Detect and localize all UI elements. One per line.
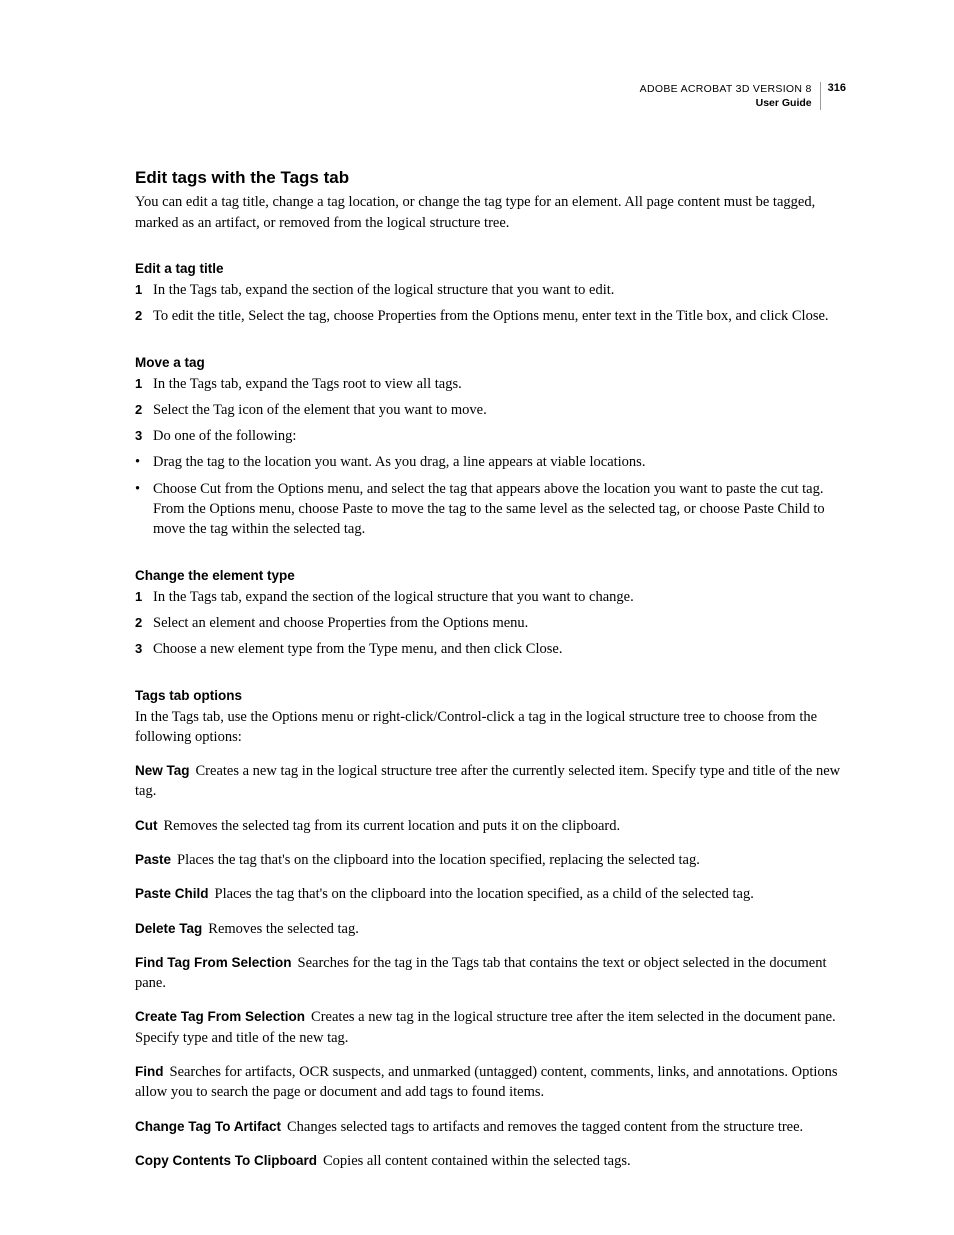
list-text: In the Tags tab, expand the Tags root to… — [153, 374, 846, 394]
definition-desc: Places the tag that's on the clipboard i… — [177, 852, 700, 868]
subhead-move-tag: Move a tag — [135, 355, 846, 370]
definition-item: Create Tag From SelectionCreates a new t… — [135, 1007, 846, 1048]
subhead-tags-options: Tags tab options — [135, 688, 846, 703]
list-item: 3Choose a new element type from the Type… — [135, 639, 846, 659]
definition-term: Copy Contents To Clipboard — [135, 1153, 317, 1168]
list-text: In the Tags tab, expand the section of t… — [153, 587, 846, 607]
list-marker: 1 — [135, 375, 153, 393]
list-marker: 2 — [135, 307, 153, 325]
list-item: 1In the Tags tab, expand the section of … — [135, 280, 846, 300]
definition-term: Find — [135, 1064, 164, 1079]
definition-desc: Changes selected tags to artifacts and r… — [287, 1119, 803, 1135]
list-item: 2Select an element and choose Properties… — [135, 613, 846, 633]
list-text: Do one of the following: — [153, 426, 846, 446]
bullet-list-move-tag: •Drag the tag to the location you want. … — [135, 452, 846, 539]
header-product: ADOBE ACROBAT 3D VERSION 8 — [640, 82, 812, 96]
subhead-change-type: Change the element type — [135, 568, 846, 583]
list-text: Choose Cut from the Options menu, and se… — [153, 479, 846, 540]
list-text: Choose a new element type from the Type … — [153, 639, 846, 659]
bullet-icon: • — [135, 479, 153, 499]
definition-item: Copy Contents To Clipboard Copies all con… — [135, 1151, 846, 1171]
intro-paragraph: You can edit a tag title, change a tag l… — [135, 192, 846, 233]
document-page: ADOBE ACROBAT 3D VERSION 8 User Guide 31… — [0, 0, 954, 1171]
definition-term: Delete Tag — [135, 921, 202, 936]
bullet-icon: • — [135, 452, 153, 472]
definition-desc: Places the tag that's on the clipboard i… — [215, 886, 754, 902]
definition-item: Paste Places the tag that's on the clipbo… — [135, 850, 846, 870]
definition-desc: Searches for artifacts, OCR suspects, an… — [135, 1064, 838, 1100]
page-header: ADOBE ACROBAT 3D VERSION 8 User Guide 31… — [135, 82, 846, 110]
definition-term: Find Tag From Selection — [135, 955, 292, 970]
header-text: ADOBE ACROBAT 3D VERSION 8 User Guide — [640, 82, 821, 110]
list-text: To edit the title, Select the tag, choos… — [153, 306, 846, 326]
definition-term: Change Tag To Artifact — [135, 1119, 281, 1134]
subhead-edit-title: Edit a tag title — [135, 261, 846, 276]
list-marker: 3 — [135, 640, 153, 658]
definition-item: New TagCreates a new tag in the logical … — [135, 761, 846, 802]
list-text: In the Tags tab, expand the section of t… — [153, 280, 846, 300]
definition-item: Find Tag From SelectionSearches for the … — [135, 953, 846, 994]
list-marker: 2 — [135, 614, 153, 632]
definition-item: Cut Removes the selected tag from its cur… — [135, 816, 846, 836]
list-text: Select the Tag icon of the element that … — [153, 400, 846, 420]
page-number: 316 — [821, 82, 846, 110]
list-item: 1In the Tags tab, expand the section of … — [135, 587, 846, 607]
definition-term: New Tag — [135, 763, 190, 778]
definition-term: Paste — [135, 852, 171, 867]
definition-item: FindSearches for artifacts, OCR suspects… — [135, 1062, 846, 1103]
list-item: •Choose Cut from the Options menu, and s… — [135, 479, 846, 540]
list-item: •Drag the tag to the location you want. … — [135, 452, 846, 472]
definition-term: Create Tag From Selection — [135, 1009, 305, 1024]
page-title: Edit tags with the Tags tab — [135, 168, 846, 188]
list-text: Drag the tag to the location you want. A… — [153, 452, 846, 472]
tags-options-intro: In the Tags tab, use the Options menu or… — [135, 707, 846, 748]
definition-desc: Copies all content contained within the … — [323, 1153, 631, 1169]
definition-item: Change Tag To Artifact Changes selected t… — [135, 1117, 846, 1137]
list-marker: 2 — [135, 401, 153, 419]
list-marker: 3 — [135, 427, 153, 445]
list-edit-title: 1In the Tags tab, expand the section of … — [135, 280, 846, 327]
definition-desc: Removes the selected tag from its curren… — [164, 818, 621, 834]
definition-desc: Removes the selected tag. — [208, 921, 359, 937]
list-move-tag: 1In the Tags tab, expand the Tags root t… — [135, 374, 846, 447]
list-text: Select an element and choose Properties … — [153, 613, 846, 633]
definition-term: Cut — [135, 818, 158, 833]
definition-item: Paste Child Places the tag that's on the … — [135, 884, 846, 904]
header-guide: User Guide — [640, 96, 812, 110]
list-item: 3Do one of the following: — [135, 426, 846, 446]
list-item: 2To edit the title, Select the tag, choo… — [135, 306, 846, 326]
definition-desc: Creates a new tag in the logical structu… — [135, 763, 840, 799]
list-change-type: 1In the Tags tab, expand the section of … — [135, 587, 846, 660]
definition-item: Delete Tag Removes the selected tag. — [135, 919, 846, 939]
list-item: 2Select the Tag icon of the element that… — [135, 400, 846, 420]
definition-term: Paste Child — [135, 886, 209, 901]
list-marker: 1 — [135, 281, 153, 299]
list-item: 1In the Tags tab, expand the Tags root t… — [135, 374, 846, 394]
list-marker: 1 — [135, 588, 153, 606]
